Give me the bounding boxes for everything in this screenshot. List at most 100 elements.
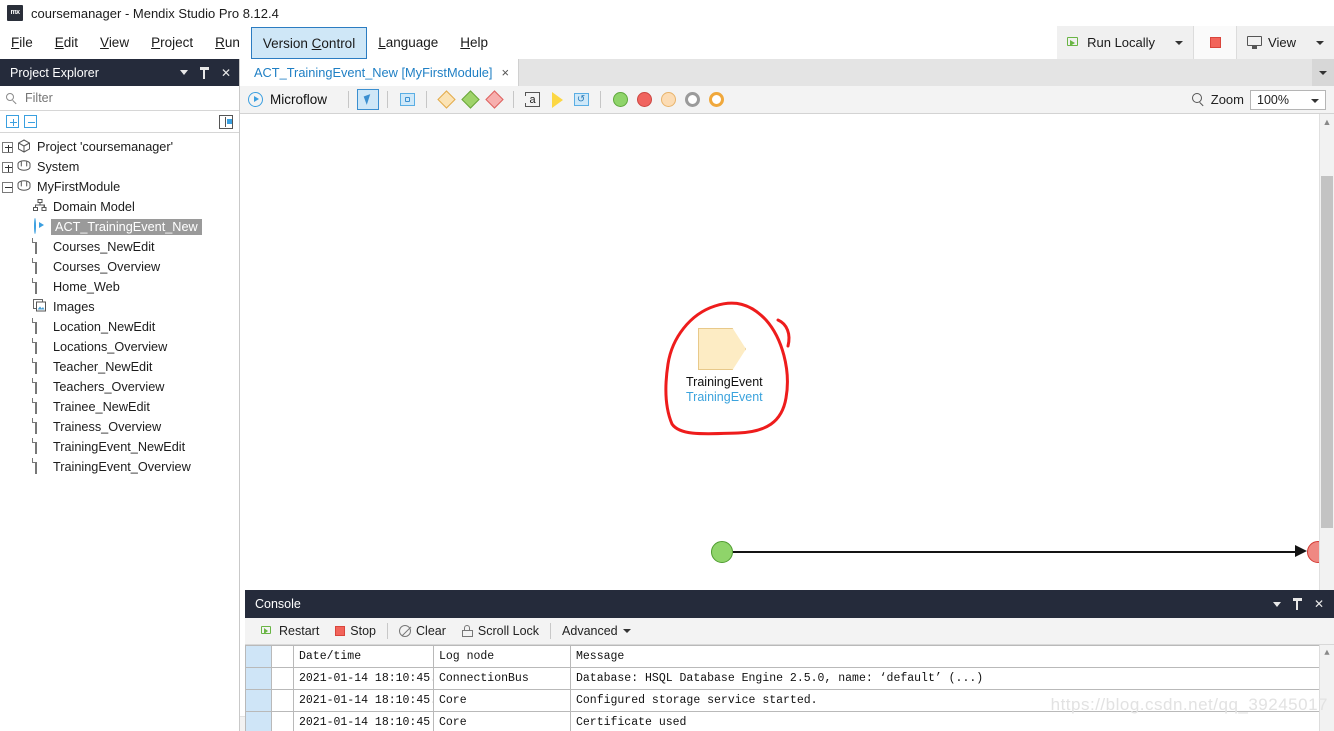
tree-toggle-icon	[18, 262, 29, 273]
tree-item-home-web[interactable]: Home_Web	[0, 277, 239, 297]
run-locally-button[interactable]: Run Locally	[1057, 26, 1165, 59]
orange-ring-icon[interactable]	[705, 89, 727, 110]
tree-item-trainingevent-overview[interactable]: TrainingEvent_Overview	[0, 457, 239, 477]
close-icon[interactable]: ×	[501, 66, 509, 79]
tree-item-domain-model[interactable]: Domain Model	[0, 197, 239, 217]
select-cursor-icon[interactable]	[357, 89, 379, 110]
peach-circle-icon[interactable]	[657, 89, 679, 110]
page-icon	[33, 259, 49, 275]
collapse-all-button[interactable]	[24, 115, 37, 128]
annotation-icon[interactable]: a	[522, 89, 544, 110]
row-select-cell[interactable]	[246, 712, 272, 731]
scroll-up-icon[interactable]: ▲	[1320, 645, 1334, 660]
tree-item-locations-overview[interactable]: Locations_Overview	[0, 337, 239, 357]
microflow-toolbar: Microflow a ↺	[240, 86, 1334, 114]
tree-item-location-newedit[interactable]: Location_NewEdit	[0, 317, 239, 337]
tree-item-trainee-newedit[interactable]: Trainee_NewEdit	[0, 397, 239, 417]
pin-icon[interactable]	[1293, 598, 1302, 610]
start-event[interactable]	[711, 541, 733, 563]
tree-toggle-icon	[18, 222, 29, 233]
panel-menu-icon[interactable]	[1273, 602, 1281, 607]
toolbar-divider	[600, 91, 601, 108]
stop-button[interactable]: Stop	[327, 618, 384, 645]
menu-view[interactable]: View	[89, 26, 140, 59]
table-row[interactable]: 2021-01-14 18:10:45CoreCertificate used	[246, 712, 1334, 731]
training-event-activity[interactable]: TrainingEvent TrainingEvent	[686, 328, 758, 404]
stop-button[interactable]	[1194, 26, 1236, 59]
menu-project[interactable]: Project	[140, 26, 204, 59]
panel-menu-icon[interactable]	[180, 70, 188, 75]
tree-item-trainess-overview[interactable]: Trainess_Overview	[0, 417, 239, 437]
tree-toggle-icon[interactable]	[2, 142, 13, 153]
microflow-icon	[33, 219, 49, 235]
tabstrip-dropdown[interactable]	[1312, 59, 1334, 86]
row-datetime: 2021-01-14 18:10:45	[294, 712, 434, 731]
project-tree: Project 'coursemanager' SystemMyFirstModu…	[0, 133, 239, 731]
console-panel: Console ✕ Restart Stop Clear	[245, 590, 1334, 731]
tree-item-label: Trainee_NewEdit	[53, 400, 150, 414]
red-error-circle-icon[interactable]	[633, 89, 655, 110]
green-start-circle-icon[interactable]	[609, 89, 631, 110]
tree-item-system[interactable]: System	[0, 157, 239, 177]
tree-item-images[interactable]: Images	[0, 297, 239, 317]
tab-act-trainingevent-new[interactable]: ACT_TrainingEvent_New [MyFirstModule] ×	[240, 59, 519, 86]
red-diamond-icon[interactable]	[483, 89, 505, 110]
col-marker	[272, 646, 294, 668]
tree-item-courses-newedit[interactable]: Courses_NewEdit	[0, 237, 239, 257]
restart-button[interactable]: Restart	[253, 618, 327, 645]
tree-item-label: Project 'coursemanager'	[37, 140, 173, 154]
sync-selection-button[interactable]	[219, 115, 233, 129]
tree-toggle-icon[interactable]	[2, 182, 13, 193]
table-row[interactable]: 2021-01-14 18:10:45...ConnectionBusDatab…	[246, 668, 1334, 690]
row-lognode: Core	[434, 712, 571, 731]
loop-icon[interactable]: ↺	[570, 89, 592, 110]
view-app-dropdown[interactable]	[1306, 26, 1334, 59]
menu-language[interactable]: Language	[367, 26, 449, 59]
tree-item-teacher-newedit[interactable]: Teacher_NewEdit	[0, 357, 239, 377]
vertical-scroll-thumb[interactable]	[1321, 176, 1333, 528]
advanced-dropdown[interactable]: Advanced	[554, 618, 639, 645]
menu-version-control[interactable]: Version Control	[251, 27, 367, 59]
menu-help[interactable]: Help	[449, 26, 499, 59]
sequence-flow-line[interactable]	[733, 551, 1297, 553]
object-activity-icon[interactable]	[396, 89, 418, 110]
tree-item-project-coursemanager[interactable]: Project 'coursemanager'	[0, 137, 239, 157]
restart-label: Restart	[279, 624, 319, 638]
tree-item-label: Teachers_Overview	[53, 380, 164, 394]
page-icon	[33, 359, 49, 375]
row-message: Database: HSQL Database Engine 2.5.0, na…	[571, 668, 1334, 690]
menu-run[interactable]: Run	[204, 26, 251, 59]
tree-item-teachers-overview[interactable]: Teachers_Overview	[0, 377, 239, 397]
search-icon	[6, 93, 17, 104]
close-icon[interactable]: ✕	[1314, 598, 1324, 610]
tree-item-label: Courses_Overview	[53, 260, 160, 274]
menu-edit[interactable]: Edit	[44, 26, 89, 59]
yellow-arrow-icon[interactable]	[546, 89, 568, 110]
table-row[interactable]: 2021-01-14 18:10:45...CoreConfigured sto…	[246, 690, 1334, 712]
page-icon	[33, 279, 49, 295]
tree-toggle-icon	[18, 282, 29, 293]
run-locally-dropdown[interactable]	[1165, 26, 1193, 59]
tree-item-courses-overview[interactable]: Courses_Overview	[0, 257, 239, 277]
scroll-lock-button[interactable]: Scroll Lock	[454, 618, 547, 645]
tree-item-act-trainingevent-new[interactable]: ACT_TrainingEvent_New	[0, 217, 239, 237]
green-diamond-icon[interactable]	[459, 89, 481, 110]
tree-toggle-icon[interactable]	[2, 162, 13, 173]
menu-file[interactable]: File	[0, 26, 44, 59]
tree-toggle-icon	[18, 462, 29, 473]
zoom-select[interactable]: 100%	[1250, 90, 1326, 110]
row-select-cell[interactable]	[246, 690, 272, 712]
orange-diamond-icon[interactable]	[435, 89, 457, 110]
scroll-up-icon[interactable]: ▲	[1320, 114, 1334, 129]
tree-item-myfirstmodule[interactable]: MyFirstModule	[0, 177, 239, 197]
expand-all-button[interactable]	[6, 115, 19, 128]
console-vertical-scrollbar[interactable]: ▲	[1319, 645, 1334, 731]
pin-icon[interactable]	[200, 67, 209, 79]
tree-item-trainingevent-newedit[interactable]: TrainingEvent_NewEdit	[0, 437, 239, 457]
close-icon[interactable]: ✕	[221, 67, 231, 79]
row-select-cell[interactable]	[246, 668, 272, 690]
clear-button[interactable]: Clear	[391, 618, 454, 645]
filter-input[interactable]	[23, 90, 233, 106]
gray-ring-icon[interactable]	[681, 89, 703, 110]
view-app-button[interactable]: View	[1237, 26, 1306, 59]
